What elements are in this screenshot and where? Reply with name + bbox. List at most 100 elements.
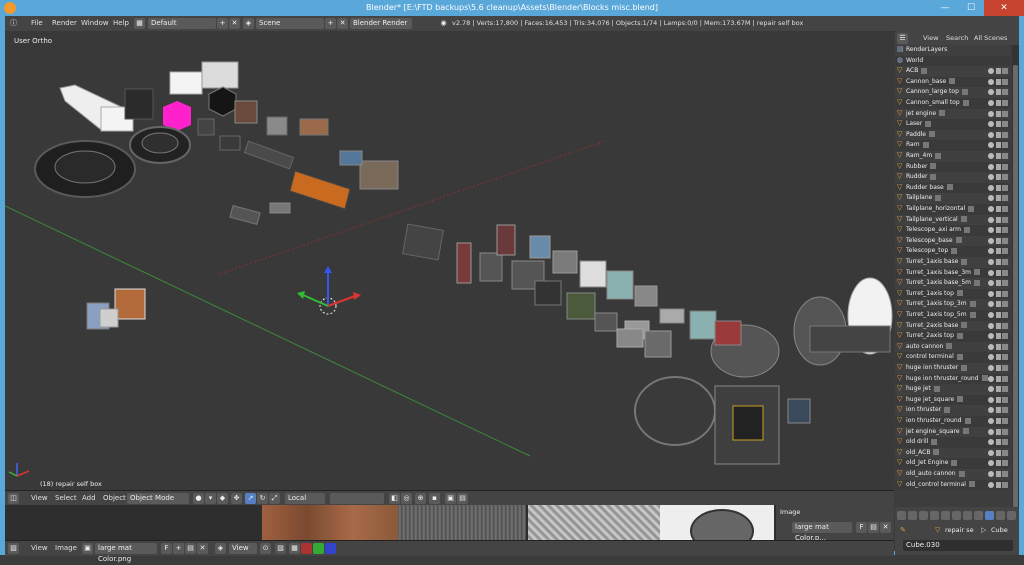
visibility-eye-icon[interactable] [988, 471, 994, 477]
mesh-data-icon[interactable] [935, 152, 942, 159]
properties-editor-icon[interactable] [897, 511, 906, 520]
outliner-item[interactable]: ▽ huge jet_square [895, 394, 1010, 406]
mesh-data-icon[interactable] [961, 364, 968, 371]
render-camera-icon[interactable] [1002, 365, 1008, 371]
lock-icon[interactable]: ◧ [389, 493, 400, 504]
outliner-item[interactable]: ▽ Turret_1axis base_5m [895, 278, 1010, 289]
selectable-arrow-icon[interactable] [996, 153, 1001, 159]
mesh-data-icon[interactable] [951, 459, 958, 466]
mesh-data-icon[interactable] [968, 481, 975, 488]
render-camera-icon[interactable] [1002, 174, 1008, 181]
render-camera-icon[interactable] [1002, 290, 1008, 297]
outliner-item[interactable]: ▽ huge ion thruster [895, 363, 1010, 374]
outliner-item[interactable]: ▽ Cannon_small top [895, 98, 1010, 109]
visibility-eye-icon[interactable] [988, 312, 994, 318]
visibility-eye-icon[interactable] [988, 206, 994, 212]
mesh-data-icon[interactable] [962, 99, 969, 106]
visibility-eye-icon[interactable] [988, 195, 994, 202]
mesh-data-icon[interactable] [961, 258, 968, 265]
render-camera-icon[interactable] [1002, 396, 1008, 403]
snap-icon[interactable]: ⊕ [415, 493, 426, 504]
mesh-data-icon[interactable] [946, 184, 953, 191]
mesh-name-field[interactable]: Cube.030 [903, 540, 1013, 551]
outliner-item[interactable]: ▽ Turret_2axis base [895, 320, 1010, 332]
selectable-arrow-icon[interactable] [996, 248, 1001, 255]
rotate-manipulator-icon[interactable]: ↻ [257, 493, 268, 504]
outliner-tab-all-scenes[interactable]: All Scenes [974, 34, 1007, 42]
mesh-data-icon[interactable] [961, 88, 968, 95]
image-unlink-button[interactable]: ✕ [880, 522, 891, 533]
selectable-arrow-icon[interactable] [996, 227, 1001, 234]
selectable-arrow-icon[interactable] [996, 78, 1001, 85]
selectable-arrow-icon[interactable] [996, 184, 1001, 191]
world-tab-icon[interactable] [930, 511, 939, 520]
outliner-item[interactable]: ▽ ion thruster [895, 405, 1010, 416]
snap-target-icon[interactable]: ▪ [429, 493, 440, 504]
render-camera-icon[interactable] [1002, 418, 1008, 424]
mesh-data-icon[interactable] [929, 131, 936, 138]
outliner-item[interactable]: ▽ Telescope_top [895, 246, 1010, 257]
visibility-eye-icon[interactable] [988, 216, 994, 223]
outliner-item[interactable]: ▽ jet engine [895, 108, 1010, 120]
shading-dropdown[interactable]: ▾ [205, 493, 216, 504]
outliner-item[interactable]: ▽ Turret_1axis top_5m [895, 310, 1010, 321]
outliner-scrollbar[interactable] [1012, 45, 1019, 525]
display-channels-icon[interactable]: ▧ [275, 543, 286, 554]
image-new-header[interactable]: + [173, 543, 184, 554]
editor-type-outliner-icon[interactable]: ☰ [897, 33, 908, 44]
mesh-data-icon[interactable] [962, 428, 969, 435]
visibility-eye-icon[interactable] [988, 449, 994, 456]
visibility-eye-icon[interactable] [988, 68, 994, 75]
selectable-arrow-icon[interactable] [996, 121, 1001, 128]
render-camera-icon[interactable] [1002, 354, 1008, 361]
opengl-anim-icon[interactable]: ▤ [457, 493, 468, 504]
selectable-arrow-icon[interactable] [996, 142, 1001, 149]
render-camera-icon[interactable] [1002, 195, 1008, 202]
render-camera-icon[interactable] [1002, 280, 1008, 287]
render-camera-icon[interactable] [1002, 153, 1008, 159]
visibility-eye-icon[interactable] [988, 248, 994, 255]
outliner-item[interactable]: ▽ old_auto cannon [895, 469, 1010, 480]
visibility-eye-icon[interactable] [988, 100, 994, 106]
mesh-data-icon[interactable] [974, 269, 981, 276]
visibility-eye-icon[interactable] [988, 259, 994, 265]
mesh-data-icon[interactable] [930, 173, 937, 180]
outliner-item[interactable]: ▽ Paddle [895, 129, 1010, 141]
image-fake-user-button[interactable]: F [856, 522, 867, 533]
outliner-item[interactable]: ▽ Rudder [895, 172, 1010, 183]
mesh-data-icon[interactable] [922, 141, 929, 148]
render-camera-icon[interactable] [1002, 227, 1008, 234]
outliner-item[interactable]: ▽ Ram_4m [895, 151, 1010, 162]
render-camera-icon[interactable] [1002, 407, 1008, 414]
outliner-item[interactable]: ▤ RenderLayers [895, 45, 1010, 56]
manipulator-toggle[interactable]: ✥ [231, 493, 242, 504]
visibility-eye-icon[interactable] [988, 439, 994, 446]
add-layout-button[interactable]: + [217, 18, 228, 29]
outliner-tab-view[interactable]: View [923, 34, 938, 42]
menu-object[interactable]: Object [103, 494, 126, 502]
texture-tab-icon[interactable] [985, 511, 994, 520]
outliner-tab-search[interactable]: Search [946, 34, 968, 42]
outliner-item[interactable]: ▽ jet engine_square [895, 426, 1010, 438]
visibility-eye-icon[interactable] [988, 396, 994, 403]
menu-window[interactable]: Window [81, 19, 109, 27]
mesh-data-icon[interactable] [949, 78, 956, 85]
outliner-item[interactable]: ▽ Tailplane_vertical [895, 214, 1010, 226]
mesh-data-icon[interactable] [957, 396, 964, 403]
selectable-arrow-icon[interactable] [996, 365, 1001, 371]
render-camera-icon[interactable] [1002, 386, 1008, 393]
selectable-arrow-icon[interactable] [996, 428, 1001, 435]
mesh-data-icon[interactable] [963, 226, 970, 233]
remove-scene-button[interactable]: ✕ [337, 18, 348, 29]
visibility-eye-icon[interactable] [988, 174, 994, 181]
mesh-data-icon[interactable] [921, 67, 928, 74]
render-camera-icon[interactable] [1002, 248, 1008, 255]
scene-tab-icon[interactable] [919, 511, 928, 520]
render-camera-icon[interactable] [1002, 184, 1008, 191]
visibility-eye-icon[interactable] [988, 386, 994, 393]
visibility-eye-icon[interactable] [988, 333, 994, 340]
visibility-eye-icon[interactable] [988, 322, 994, 329]
editor-type-3d-icon[interactable]: ◫ [8, 493, 19, 504]
outliner-item[interactable]: ▽ ACB [895, 66, 1010, 77]
outliner-item[interactable]: ▽ Cannon_base [895, 76, 1010, 88]
